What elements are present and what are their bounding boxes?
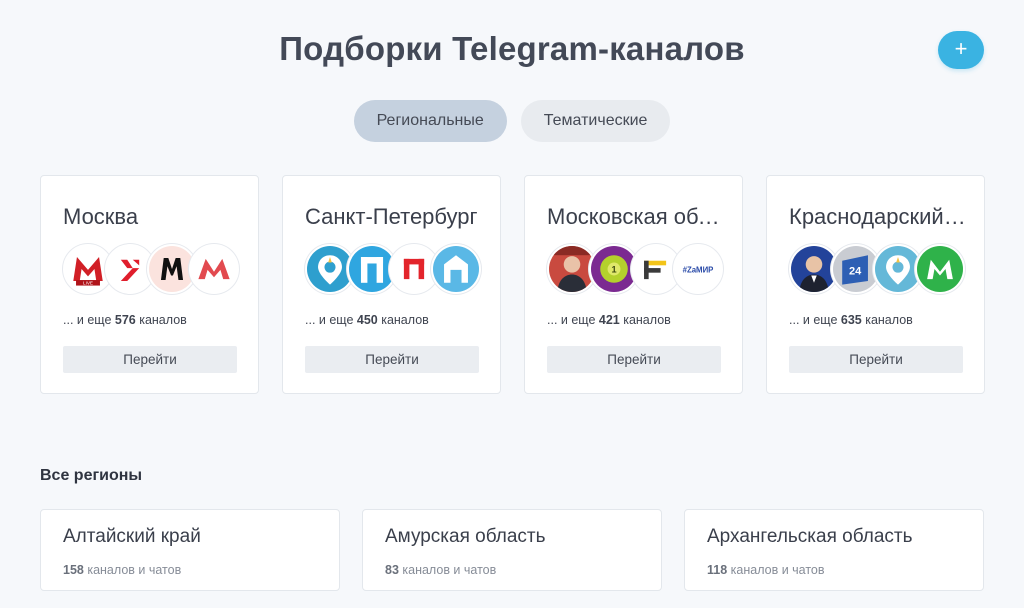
channel-avatars: 24 [789,244,965,294]
channel-avatar[interactable] [431,244,481,294]
region-name: Архангельская область [707,526,913,547]
more-channels-text: ... и еще 576 каналов [63,313,187,327]
region-item[interactable]: Амурская область 83 каналов и чатов [362,509,662,591]
card-title: Краснодарский край [789,204,969,229]
zamir-label: #ZaМИР [683,266,714,275]
go-button[interactable]: Перейти [305,346,479,373]
go-button[interactable]: Перейти [63,346,237,373]
all-regions-title: Все регионы [40,467,143,484]
more-channels-text: ... и еще 635 каналов [789,313,913,327]
region-card-spb: Санкт-Петербург ... и еще 450 каналов Пе… [282,175,501,394]
channel-avatar[interactable]: #ZaМИР [673,244,723,294]
card-title: Московская область [547,204,727,229]
featured-regions: Москва LIVE ... и еще 576 каналов Перейт… [40,175,985,394]
region-item[interactable]: Архангельская область 118 каналов и чато… [684,509,984,591]
add-collection-button[interactable]: + [938,31,984,69]
more-channels-text: ... и еще 421 каналов [547,313,671,327]
tabs: Региональные Тематические [0,100,1024,142]
more-channels-text: ... и еще 450 каналов [305,313,429,327]
channel-24-label: 24 [849,266,862,278]
page-title: Подборки Telegram-каналов [279,30,745,67]
channel-avatar[interactable] [189,244,239,294]
channel-avatars [305,244,481,294]
region-count: 118 каналов и чатов [707,563,825,577]
region-count: 83 каналов и чатов [385,563,497,577]
tab-regional[interactable]: Региональные [353,100,507,142]
region-name: Амурская область [385,526,546,547]
region-card-krasnodar: Краснодарский край 24 ... и еще 635 кана… [766,175,985,394]
channel-avatars: 1 #ZaМИР [547,244,723,294]
go-button[interactable]: Перейти [789,346,963,373]
live-label: LIVE [83,281,93,286]
region-card-moscow: Москва LIVE ... и еще 576 каналов Перейт… [40,175,259,394]
region-card-moscow-oblast: Московская область 1 #ZaМИР ... и еще 42… [524,175,743,394]
channel-avatars: LIVE [63,244,239,294]
channel-avatar[interactable] [915,244,965,294]
region-item[interactable]: Алтайский край 158 каналов и чатов [40,509,340,591]
all-regions-list: Алтайский край 158 каналов и чатов Амурс… [40,509,984,591]
region-name: Алтайский край [63,526,201,547]
go-button[interactable]: Перейти [547,346,721,373]
card-title: Москва [63,204,139,229]
tab-thematic[interactable]: Тематические [520,100,671,142]
channel-one-label: 1 [611,265,616,275]
region-count: 158 каналов и чатов [63,563,182,577]
card-title: Санкт-Петербург [305,204,478,229]
